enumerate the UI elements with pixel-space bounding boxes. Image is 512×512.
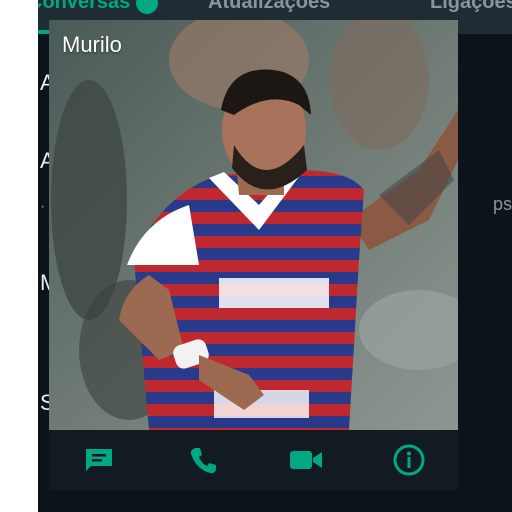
contact-name: Murilo bbox=[62, 32, 122, 57]
list-item-timestamp: ps bbox=[492, 194, 512, 214]
video-call-button[interactable] bbox=[288, 442, 324, 478]
info-button[interactable] bbox=[391, 442, 427, 478]
message-icon bbox=[86, 449, 112, 471]
list-item-preview: · bbox=[40, 198, 46, 215]
tab-chats[interactable]: Conversas bbox=[38, 0, 159, 14]
voice-call-button[interactable] bbox=[185, 442, 221, 478]
profile-actions-bar bbox=[49, 430, 458, 490]
contact-profile-popup[interactable]: Murilo bbox=[49, 20, 458, 490]
message-button[interactable] bbox=[81, 442, 117, 478]
video-icon bbox=[290, 451, 322, 469]
tab-updates[interactable]: Atualizações bbox=[208, 0, 330, 14]
profile-photo-image bbox=[49, 20, 458, 430]
tab-calls[interactable]: Ligações bbox=[430, 0, 512, 14]
tab-chats-label: Conversas bbox=[38, 0, 131, 13]
info-icon bbox=[393, 444, 425, 476]
unread-badge bbox=[136, 0, 159, 14]
phone-icon bbox=[190, 448, 216, 474]
profile-photo[interactable]: Murilo bbox=[49, 20, 458, 430]
